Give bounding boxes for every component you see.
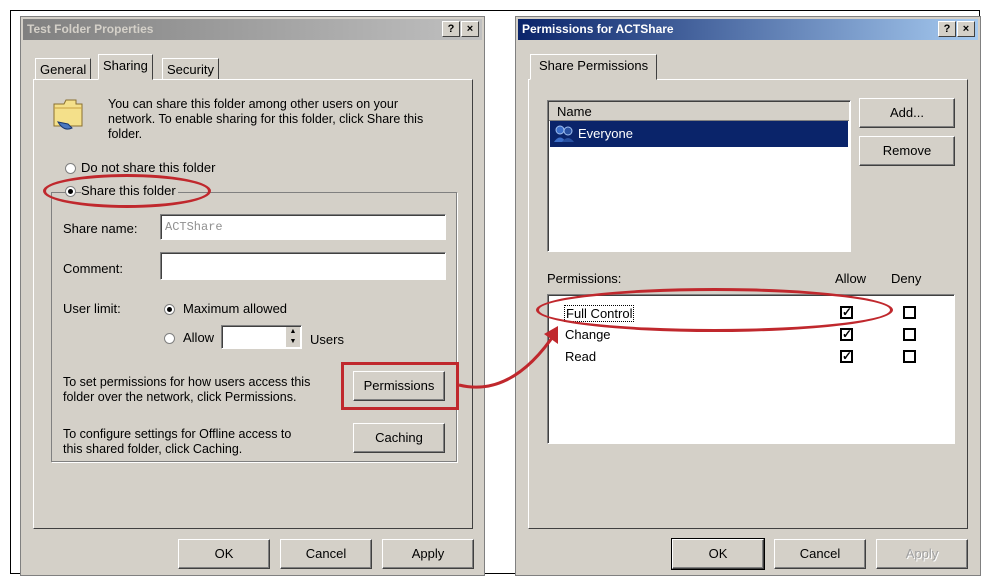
- dialog-title: Test Folder Properties: [27, 22, 154, 36]
- maximum-allowed-radio[interactable]: [164, 304, 175, 315]
- description-line-1: You can share this folder among other us…: [108, 97, 398, 111]
- user-limit-label: User limit:: [63, 301, 121, 316]
- allow-users-label: Allow: [183, 330, 215, 345]
- add-button[interactable]: Add...: [859, 98, 955, 128]
- do-not-share-radio[interactable]: [65, 163, 76, 174]
- deny-change-checkbox[interactable]: [903, 328, 916, 341]
- comment-label: Comment:: [63, 261, 123, 276]
- maximum-allowed-label: Maximum allowed: [183, 301, 288, 316]
- comment-input[interactable]: [160, 252, 446, 280]
- share-folder-highlight-ellipse: [43, 174, 211, 208]
- title-bar[interactable]: Permissions for ACTShare ? ×: [518, 19, 978, 40]
- users-label: Users: [310, 332, 344, 347]
- tab-general[interactable]: General: [35, 58, 92, 80]
- ok-button[interactable]: OK: [671, 538, 765, 570]
- share-name-label: Share name:: [63, 221, 138, 236]
- description-line-3: folder.: [108, 127, 143, 141]
- share-name-value: ACTShare: [165, 220, 223, 234]
- name-header-label: Name: [557, 104, 592, 119]
- everyone-label: Everyone: [578, 126, 633, 141]
- deny-full-control-checkbox[interactable]: [903, 306, 916, 319]
- permission-name: Change: [565, 327, 611, 342]
- allow-change-checkbox[interactable]: ✓: [840, 328, 853, 341]
- caching-text-line-1: To configure settings for Offline access…: [63, 427, 292, 441]
- user-count-stepper[interactable]: ▲ ▼: [221, 325, 302, 349]
- permissions-text-line-1: To set permissions for how users access …: [63, 375, 311, 389]
- names-list[interactable]: Name Everyone: [547, 100, 851, 252]
- shared-folder-icon: [53, 99, 83, 130]
- allow-users-radio[interactable]: [164, 333, 175, 344]
- tab-security[interactable]: Security: [162, 58, 219, 80]
- close-button[interactable]: ×: [957, 21, 975, 37]
- group-users-icon: [554, 125, 574, 142]
- deny-column-header: Deny: [891, 271, 922, 286]
- full-control-highlight-ellipse: [536, 288, 893, 332]
- list-item-everyone[interactable]: Everyone: [550, 121, 848, 147]
- apply-button[interactable]: Apply: [382, 539, 474, 569]
- permissions-button-highlight-box: [341, 362, 459, 410]
- annotation-arrow-icon: [458, 326, 558, 389]
- do-not-share-label: Do not share this folder: [81, 160, 216, 175]
- caching-button[interactable]: Caching: [353, 423, 445, 453]
- folder-properties-dialog: Test Folder Properties ? × General Shari…: [20, 16, 485, 576]
- caching-text-line-2: this shared folder, click Caching.: [63, 442, 243, 456]
- remove-button[interactable]: Remove: [859, 136, 955, 166]
- permissions-label: Permissions:: [547, 271, 622, 286]
- allow-column-header: Allow: [835, 271, 867, 286]
- dialog-title: Permissions for ACTShare: [522, 22, 674, 36]
- help-button[interactable]: ?: [938, 21, 956, 37]
- ok-button[interactable]: OK: [178, 539, 270, 569]
- close-button[interactable]: ×: [461, 21, 479, 37]
- sharing-panel: You can share this folder among other us…: [33, 79, 473, 529]
- apply-button[interactable]: Apply: [876, 539, 968, 569]
- cancel-button[interactable]: Cancel: [280, 539, 372, 569]
- cancel-button[interactable]: Cancel: [774, 539, 866, 569]
- tab-share-permissions[interactable]: Share Permissions: [530, 54, 658, 80]
- deny-read-checkbox[interactable]: [903, 350, 916, 363]
- help-button[interactable]: ?: [442, 21, 460, 37]
- permission-row-read: Read ✓: [548, 349, 954, 371]
- title-bar[interactable]: Test Folder Properties ? ×: [23, 19, 482, 40]
- name-column-header[interactable]: Name: [549, 102, 849, 121]
- share-name-input[interactable]: ACTShare: [160, 214, 446, 240]
- description-line-2: network. To enable sharing for this fold…: [108, 112, 424, 126]
- spin-down-icon[interactable]: ▼: [286, 337, 300, 347]
- tab-sharing[interactable]: Sharing: [98, 54, 153, 80]
- allow-read-checkbox[interactable]: ✓: [840, 350, 853, 363]
- spin-up-icon[interactable]: ▲: [286, 327, 300, 337]
- permissions-text-line-2: folder over the network, click Permissio…: [63, 390, 297, 404]
